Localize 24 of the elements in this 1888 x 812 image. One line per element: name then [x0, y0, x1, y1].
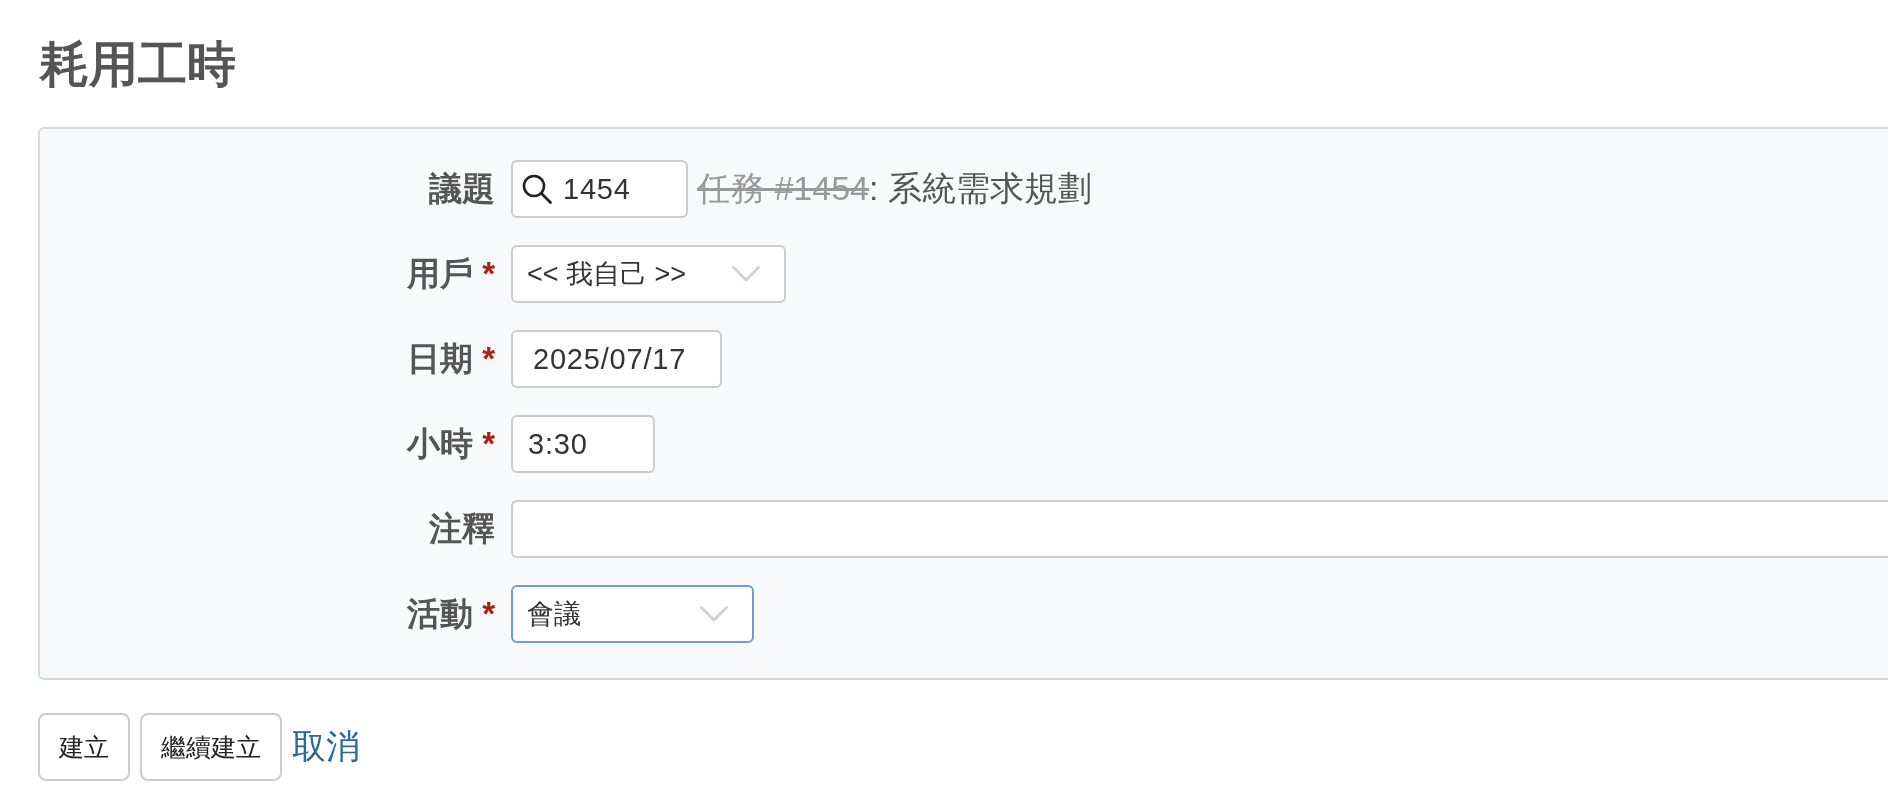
field-label: 議題: [429, 169, 495, 209]
chevron-down-icon: [732, 266, 760, 282]
issue-search-field[interactable]: 1454: [511, 160, 688, 218]
field-label: 用戶: [407, 254, 474, 294]
required-mark: *: [482, 424, 495, 464]
input-field[interactable]: 3:30: [511, 415, 655, 473]
field-label: 活動: [407, 594, 474, 634]
search-icon: [522, 174, 552, 204]
dropdown[interactable]: 會議: [511, 585, 754, 643]
field-label: 日期: [407, 339, 474, 379]
required-mark: *: [482, 594, 495, 634]
date-field[interactable]: 2025/07/17: [511, 330, 722, 388]
issue-subject: : 系統需求規劃: [869, 168, 1092, 209]
input-field[interactable]: [511, 500, 1888, 558]
cancel-link[interactable]: 取消: [292, 724, 360, 770]
action-button[interactable]: 繼續建立: [140, 713, 282, 781]
action-button[interactable]: 建立: [38, 713, 130, 781]
required-mark: *: [482, 339, 495, 379]
dropdown[interactable]: << 我自己 >>: [511, 245, 786, 303]
chevron-down-icon: [700, 606, 728, 622]
field-label: 注釋: [429, 509, 495, 549]
page-title: 耗用工時: [40, 36, 236, 93]
field-label: 小時: [407, 424, 474, 464]
required-mark: *: [482, 254, 495, 294]
